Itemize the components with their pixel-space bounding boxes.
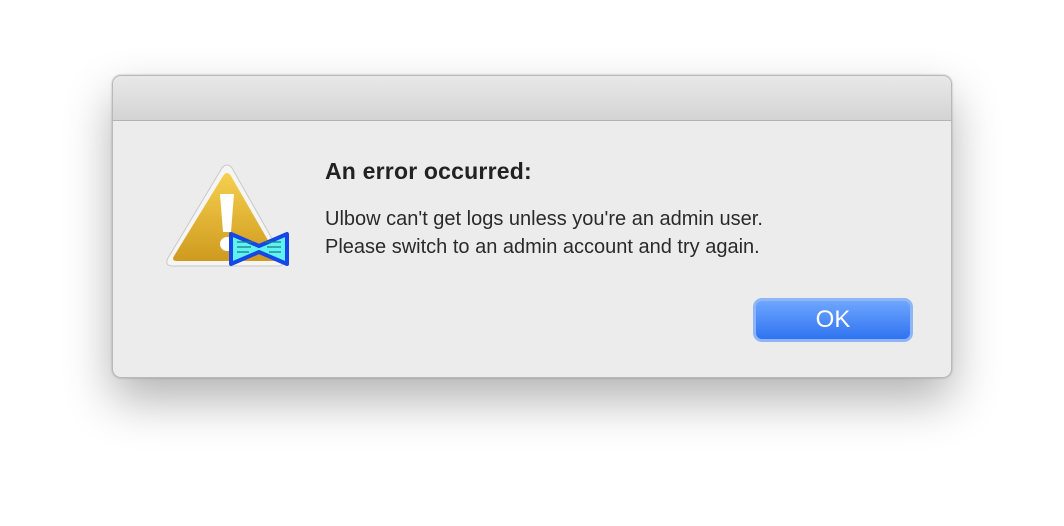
alert-message-line: Please switch to an admin account and tr… [325, 236, 760, 258]
alert-dialog: An error occurred: Ulbow can't get logs … [112, 75, 952, 378]
alert-message: Ulbow can't get logs unless you're an ad… [325, 205, 763, 261]
ok-button[interactable]: OK [753, 298, 913, 342]
caution-triangle-icon [166, 164, 289, 267]
title-bar[interactable] [113, 76, 951, 121]
alert-message-line: Ulbow can't get logs unless you're an ad… [325, 208, 763, 230]
alert-heading: An error occurred: [325, 158, 532, 184]
screen: An error occurred: Ulbow can't get logs … [0, 0, 1064, 526]
